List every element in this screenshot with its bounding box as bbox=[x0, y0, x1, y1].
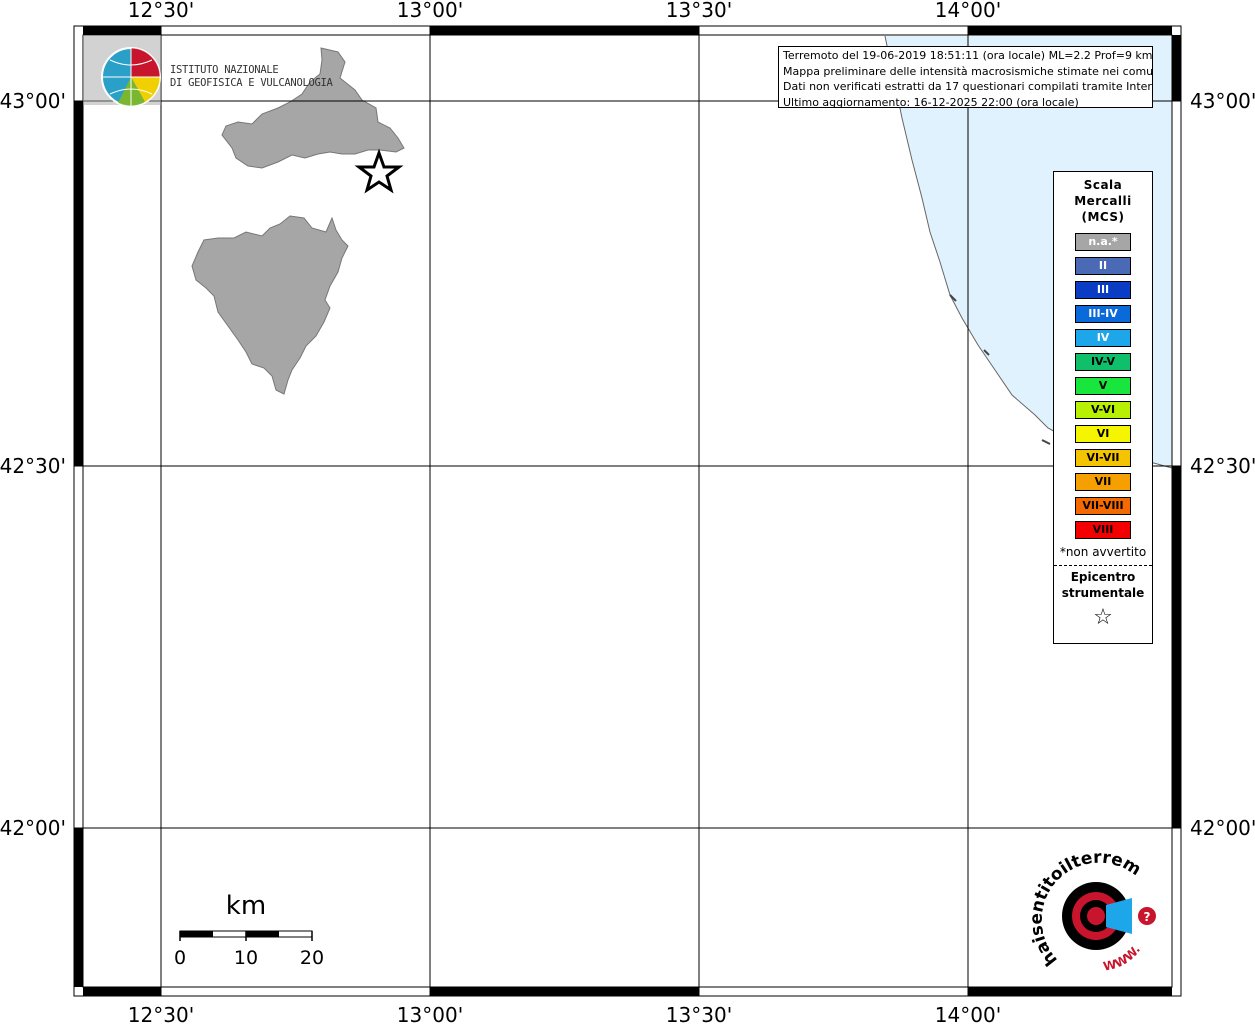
ingv-line-1: ISTITUTO NAZIONALE bbox=[170, 64, 279, 76]
lat-label-right-3: 42°00' bbox=[1190, 816, 1255, 840]
lon-label-top-2: 13°00' bbox=[397, 0, 463, 22]
ingv-logo-text: ISTITUTO NAZIONALE DI GEOFISICA E VULCAN… bbox=[170, 64, 333, 90]
lon-label-bottom-4: 14°00' bbox=[935, 1003, 1001, 1024]
legend-epicenter-line2: strumentale bbox=[1061, 586, 1145, 600]
legend-item-intensity: VIII bbox=[1075, 521, 1131, 539]
lon-label-top-3: 13°30' bbox=[666, 0, 732, 22]
svg-text:?: ? bbox=[1144, 910, 1151, 924]
info-line-map: Mappa preliminare delle intensità macros… bbox=[783, 64, 1153, 78]
frame-checker-left bbox=[74, 101, 83, 987]
legend-epicenter-label: Epicentro strumentale bbox=[1054, 569, 1152, 601]
legend-title-line3: (MCS) bbox=[1081, 210, 1125, 224]
scale-label-0: 0 bbox=[174, 947, 186, 969]
lat-label-right-2: 42°30' bbox=[1190, 454, 1255, 478]
legend-item-intensity: n.a.* bbox=[1075, 233, 1131, 251]
event-info-box: Terremoto del 19-06-2019 18:51:11 (ora l… bbox=[778, 46, 1153, 108]
epicenter-star-icon bbox=[354, 148, 404, 194]
lon-label-bottom-3: 13°30' bbox=[666, 1003, 732, 1024]
legend-item-intensity: VI bbox=[1075, 425, 1131, 443]
lon-label-top-1: 12°30' bbox=[128, 0, 194, 22]
frame-checker-top bbox=[83, 26, 1172, 35]
lat-label-left-2: 42°30' bbox=[0, 454, 66, 478]
legend-item-intensity: VI-VII bbox=[1075, 449, 1131, 467]
legend-item-intensity: IV bbox=[1075, 329, 1131, 347]
legend-title: Scala Mercalli (MCS) bbox=[1054, 177, 1152, 225]
legend-item-intensity: II bbox=[1075, 257, 1131, 275]
lon-label-bottom-2: 13°00' bbox=[397, 1003, 463, 1024]
ingv-globe-logo bbox=[83, 35, 161, 107]
info-line-data: Dati non verificati estratti da 17 quest… bbox=[783, 80, 1153, 93]
mcs-legend: Scala Mercalli (MCS) n.a.* II III III-IV IV I… bbox=[1053, 171, 1153, 644]
legend-item-intensity: VII bbox=[1075, 473, 1131, 491]
legend-item-intensity: IV-V bbox=[1075, 353, 1131, 371]
frame-checker-right bbox=[1172, 35, 1181, 828]
legend-items: n.a.* II III III-IV IV IV-V V V-VI VI VI-VII VII VI… bbox=[1054, 233, 1152, 539]
legend-separator bbox=[1054, 565, 1152, 566]
scale-unit: km bbox=[226, 891, 266, 921]
frame-checker-bottom bbox=[83, 987, 1172, 996]
lat-label-left-1: 43°00' bbox=[0, 89, 66, 113]
legend-epicenter-line1: Epicentro bbox=[1070, 570, 1136, 584]
legend-item-intensity: VII-VIII bbox=[1075, 497, 1131, 515]
legend-item-intensity: III-IV bbox=[1075, 305, 1131, 323]
ingv-line-2: DI GEOFISICA E VULCANOLOGIA bbox=[170, 77, 333, 89]
lat-label-left-3: 42°00' bbox=[0, 816, 66, 840]
lon-label-bottom-1: 12°30' bbox=[128, 1003, 194, 1024]
legend-item-intensity: V bbox=[1075, 377, 1131, 395]
lat-label-right-1: 43°00' bbox=[1190, 89, 1255, 113]
legend-star-icon: ☆ bbox=[1093, 605, 1113, 630]
legend-note: *non avvertito bbox=[1059, 545, 1147, 559]
lon-label-top-4: 14°00' bbox=[935, 0, 1001, 22]
info-line-update: Ultimo aggiornamento: 16-12-2025 22:00 (… bbox=[783, 95, 1079, 108]
legend-item-intensity: V-VI bbox=[1075, 401, 1131, 419]
municipality-south bbox=[191, 215, 349, 395]
info-line-event: Terremoto del 19-06-2019 18:51:11 (ora l… bbox=[783, 49, 1153, 62]
legend-title-line1: Scala bbox=[1083, 178, 1123, 192]
legend-title-line2: Mercalli bbox=[1074, 194, 1132, 208]
scale-label-10: 10 bbox=[234, 947, 258, 969]
scale-label-20: 20 bbox=[300, 947, 324, 969]
scale-bar bbox=[179, 930, 313, 941]
legend-item-intensity: III bbox=[1075, 281, 1131, 299]
